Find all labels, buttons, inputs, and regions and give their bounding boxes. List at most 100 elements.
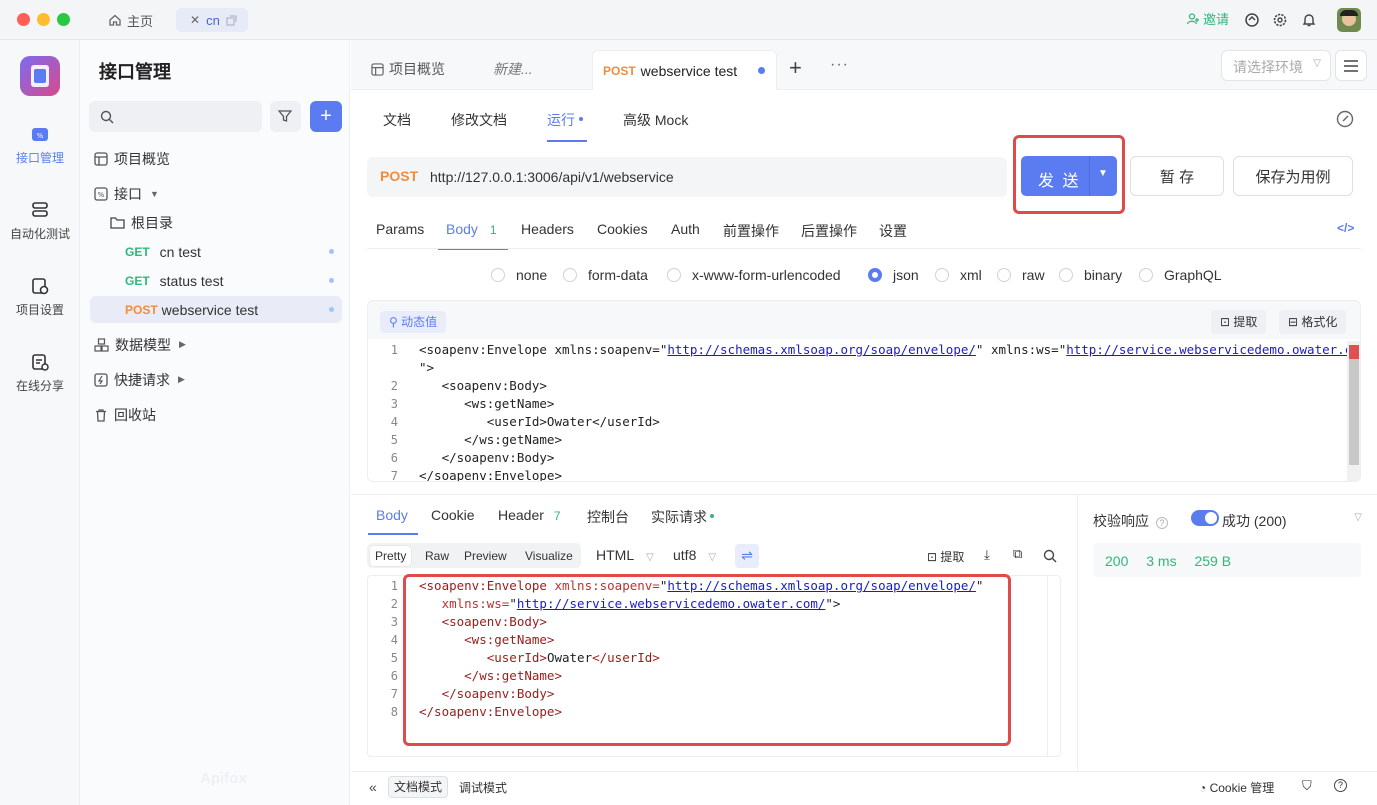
save-button[interactable]: 暂 存 xyxy=(1130,156,1224,196)
param-tab-params[interactable]: Params xyxy=(376,221,424,237)
body-type-json[interactable]: json xyxy=(868,267,919,283)
tree-item-root-folder[interactable]: 根目录 xyxy=(90,209,342,236)
code-url-link[interactable]: http://service.webservicedemo.owater.com… xyxy=(1066,342,1360,357)
status-select[interactable]: 成功 (200) ▽ xyxy=(1222,511,1362,531)
body-type-raw[interactable]: raw xyxy=(997,267,1045,283)
minimize-window-button[interactable] xyxy=(37,13,50,26)
close-window-button[interactable] xyxy=(17,13,30,26)
tree-item-data-model[interactable]: 数据模型 ▶ xyxy=(90,331,342,358)
doc-tab-new[interactable]: 新建... xyxy=(493,50,533,88)
add-api-button[interactable]: + xyxy=(310,101,342,132)
body-type-xml[interactable]: xml xyxy=(935,267,982,283)
encoding-select[interactable]: utf8 ▽ xyxy=(673,547,716,563)
radio-circle[interactable] xyxy=(1059,268,1073,282)
save-as-case-button[interactable]: 保存为用例 xyxy=(1233,156,1353,196)
doc-mode-button[interactable]: 文档模式 xyxy=(388,776,449,798)
rail-item-api-management[interactable]: % 接口管理 xyxy=(0,124,80,166)
extract-button[interactable]: ⊡ 提取 xyxy=(1211,310,1267,334)
tree-item-api-group[interactable]: % 接口 ▼ xyxy=(90,180,342,207)
wrap-toggle[interactable]: ⇌ xyxy=(735,544,759,568)
dynamic-value-button[interactable]: ⚲ 动态值 xyxy=(380,311,447,333)
tab-doc[interactable]: 文档 xyxy=(383,110,411,130)
request-url[interactable]: http://127.0.0.1:3006/api/v1/webservice xyxy=(430,169,674,185)
response-tab-console[interactable]: 控制台 xyxy=(587,507,629,527)
body-type-form-data[interactable]: form-data xyxy=(563,267,648,283)
validate-toggle[interactable] xyxy=(1191,510,1219,526)
doc-tab-active[interactable]: POST webservice test xyxy=(592,50,777,90)
tree-item-api-webservice-test[interactable]: POST webservice test xyxy=(90,296,342,323)
request-code[interactable]: 1 <soapenv:Envelope xmlns:soapenv="http:/… xyxy=(368,339,1360,481)
param-tab-post-ops[interactable]: 后置操作 xyxy=(801,221,857,241)
more-tabs-button[interactable]: ··· xyxy=(830,56,849,74)
code-icon[interactable]: </> xyxy=(1337,221,1354,235)
cookie-manage-button[interactable]: ◔ Cookie 管理 xyxy=(1199,779,1274,796)
invite-button[interactable]: 邀请 xyxy=(1186,9,1229,28)
response-tab-header[interactable]: Header 7 xyxy=(498,507,561,523)
format-button[interactable]: ⊟ 格式化 xyxy=(1279,310,1347,334)
param-tab-auth[interactable]: Auth xyxy=(671,221,700,237)
search-icon[interactable] xyxy=(1043,549,1057,563)
response-tab-actual-request[interactable]: 实际请求 xyxy=(651,507,714,527)
response-tab-cookie[interactable]: Cookie xyxy=(431,507,475,523)
rail-item-automation[interactable]: 自动化测试 xyxy=(0,200,80,242)
radio-circle[interactable] xyxy=(667,268,681,282)
caret-right-icon[interactable]: ▶ xyxy=(178,374,185,385)
radio-circle[interactable] xyxy=(997,268,1011,282)
menu-button[interactable] xyxy=(1335,50,1367,81)
body-type-graphql[interactable]: GraphQL xyxy=(1139,267,1222,283)
add-tab-button[interactable]: + xyxy=(789,54,802,82)
param-tab-headers[interactable]: Headers xyxy=(521,221,574,237)
project-tab[interactable]: ✕ cn xyxy=(176,8,248,32)
maximize-window-button[interactable] xyxy=(57,13,70,26)
param-tab-body[interactable]: Body 1 xyxy=(438,221,508,250)
edit-note-icon[interactable] xyxy=(1336,110,1354,128)
environment-select[interactable]: 请选择环境 ▽ xyxy=(1221,50,1331,81)
avatar[interactable] xyxy=(1337,8,1361,32)
body-type-urlencoded[interactable]: x-www-form-urlencoded xyxy=(667,267,841,283)
external-link-icon[interactable] xyxy=(226,15,237,26)
bell-icon[interactable] xyxy=(1301,12,1317,28)
rail-item-project-settings[interactable]: 项目设置 xyxy=(0,276,80,318)
tab-advanced-mock[interactable]: 高级 Mock xyxy=(623,110,688,130)
download-icon[interactable]: ⤓ xyxy=(984,547,990,563)
view-mode-pretty[interactable]: Pretty xyxy=(370,546,412,566)
response-tab-body[interactable]: Body xyxy=(368,507,418,535)
radio-circle[interactable] xyxy=(563,268,577,282)
param-tab-cookies[interactable]: Cookies xyxy=(597,221,648,237)
request-method[interactable]: POST xyxy=(380,168,418,184)
radio-circle-selected[interactable] xyxy=(868,268,882,282)
body-type-binary[interactable]: binary xyxy=(1059,267,1122,283)
view-mode-preview[interactable]: Preview xyxy=(464,549,507,563)
filter-button[interactable] xyxy=(270,101,301,132)
body-type-none[interactable]: none xyxy=(491,267,547,283)
tree-item-recycle-bin[interactable]: 回收站 xyxy=(90,401,342,428)
radio-circle[interactable] xyxy=(935,268,949,282)
radio-circle[interactable] xyxy=(1139,268,1153,282)
tab-edit-doc[interactable]: 修改文档 xyxy=(451,110,507,130)
format-select[interactable]: HTML ▽ xyxy=(596,547,654,563)
view-mode-raw[interactable]: Raw xyxy=(425,549,449,563)
home-tab[interactable]: 主页 xyxy=(108,8,153,32)
debug-mode-button[interactable]: 调试模式 xyxy=(459,779,507,796)
caret-right-icon[interactable]: ▶ xyxy=(179,339,186,350)
shirt-icon[interactable]: ⛉ xyxy=(1302,778,1312,794)
rail-item-online-share[interactable]: 在线分享 xyxy=(0,352,80,394)
editor-scrollbar[interactable] xyxy=(1047,576,1061,756)
view-mode-visualize[interactable]: Visualize xyxy=(525,549,573,563)
help-icon[interactable]: ? xyxy=(1334,779,1347,792)
request-editor[interactable]: ⚲ 动态值 ⊡ 提取 ⊟ 格式化 1 <soapenv:Envelope xmln… xyxy=(367,300,1361,482)
tree-item-api-status-test[interactable]: GET status test xyxy=(90,267,342,294)
search-field[interactable] xyxy=(119,106,254,127)
doc-tab-overview[interactable]: 项目概览 xyxy=(371,50,445,88)
editor-scrollbar[interactable] xyxy=(1347,341,1360,481)
tree-item-api-cn-test[interactable]: GET cn test xyxy=(90,238,342,265)
url-bar[interactable]: POST http://127.0.0.1:3006/api/v1/webser… xyxy=(367,157,1007,197)
tree-item-overview[interactable]: 项目概览 xyxy=(90,145,342,172)
response-extract-button[interactable]: ⊡ 提取 xyxy=(927,548,964,565)
search-input[interactable] xyxy=(89,101,262,132)
caret-down-icon[interactable]: ▼ xyxy=(150,189,159,199)
sync-icon[interactable] xyxy=(1244,12,1260,28)
collapse-sidebar-icon[interactable]: « xyxy=(369,779,377,795)
code-url-link[interactable]: http://schemas.xmlsoap.org/soap/envelope… xyxy=(667,342,976,357)
param-tab-settings[interactable]: 设置 xyxy=(879,221,907,241)
